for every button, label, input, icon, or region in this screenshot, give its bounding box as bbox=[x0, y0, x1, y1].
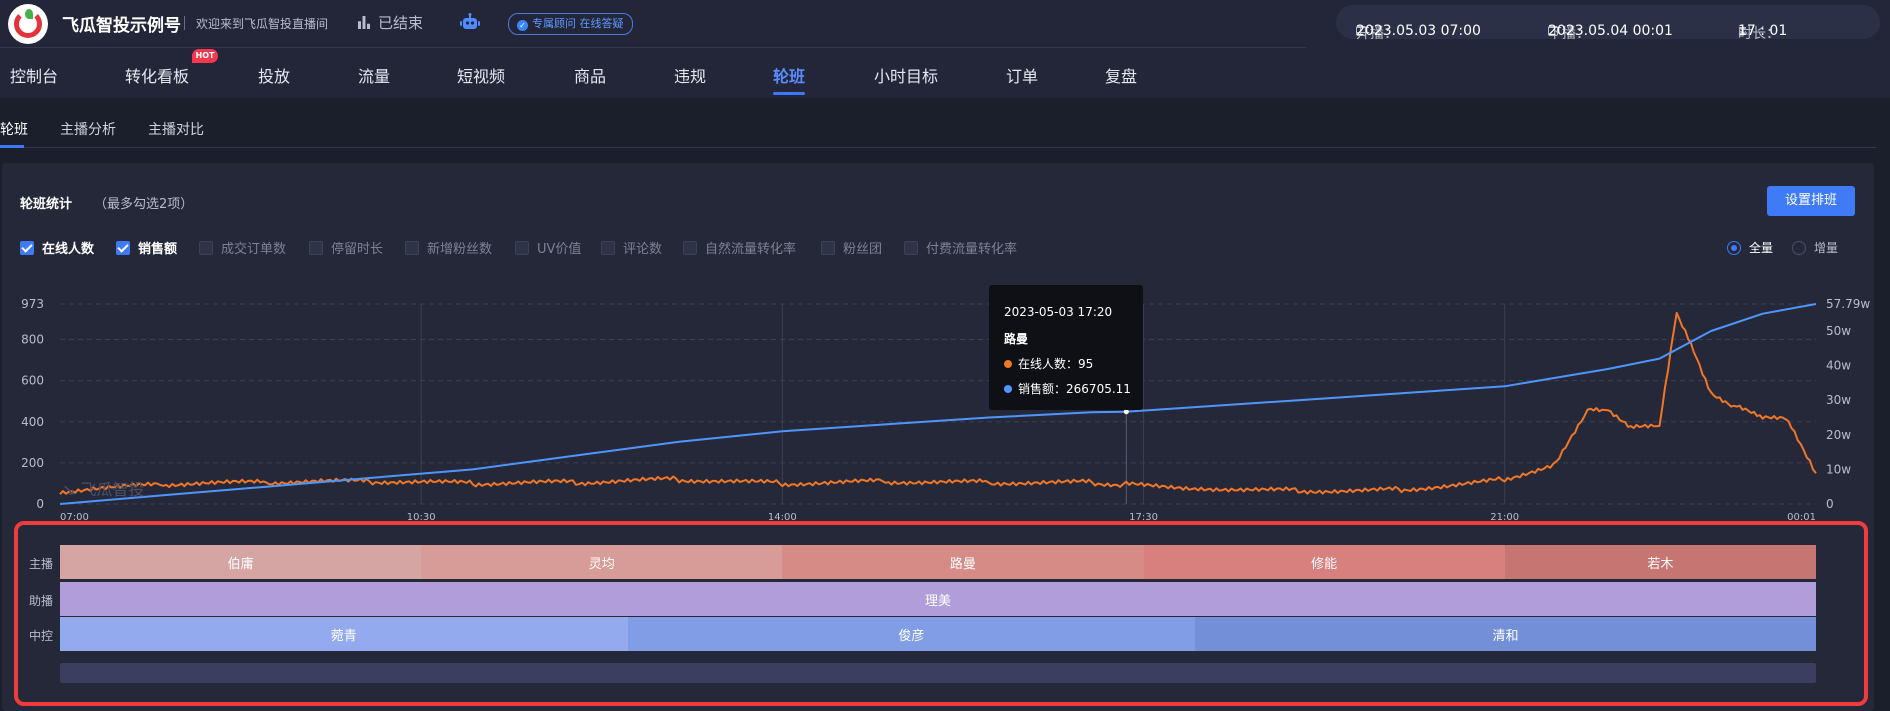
timeline-scrollbar[interactable] bbox=[60, 663, 1816, 683]
schedule-row-label: 助播 bbox=[29, 594, 54, 608]
watermark-logo-icon: ↘ bbox=[62, 480, 81, 499]
y-right-tick: 0 bbox=[1826, 497, 1834, 511]
schedule-row-label: 主播 bbox=[29, 557, 54, 571]
y-left-tick: 800 bbox=[21, 333, 44, 347]
y-left-tick: 600 bbox=[21, 374, 44, 388]
schedule-segment[interactable]: 清和 bbox=[1195, 617, 1816, 651]
schedule-segment[interactable]: 俊彦 bbox=[627, 617, 1196, 651]
y-right-tick: 20w bbox=[1826, 428, 1851, 442]
tooltip-online: 在线人数：95 bbox=[1004, 355, 1093, 372]
tooltip-sales: 销售额：266705.11 bbox=[1004, 380, 1131, 397]
watermark-text: 飞瓜智投 bbox=[80, 480, 145, 499]
schedule-segment[interactable]: 菀青 bbox=[60, 617, 628, 651]
schedule-segment[interactable]: 理美 bbox=[60, 582, 1816, 616]
y-right-tick: 40w bbox=[1826, 359, 1851, 373]
schedule-segment[interactable]: 修能 bbox=[1143, 545, 1505, 579]
series-line-online bbox=[59, 311, 1817, 495]
schedule-row-label: 中控 bbox=[29, 629, 54, 643]
chart-tooltip: 2023-05-03 17:20 路曼 在线人数：95 销售额：266705.1… bbox=[989, 285, 1143, 410]
legend-dot-sales bbox=[1004, 385, 1012, 393]
legend-dot-online bbox=[1004, 360, 1012, 368]
watermark: ↘ 飞瓜智投 bbox=[62, 476, 145, 500]
series-line-sales bbox=[59, 303, 1817, 505]
tooltip-online-value: 95 bbox=[1078, 357, 1094, 371]
schedule-segment[interactable]: 伯庸 bbox=[60, 545, 422, 579]
schedule-segment[interactable]: 灵均 bbox=[421, 545, 783, 579]
tooltip-online-label: 在线人数 bbox=[1018, 357, 1067, 371]
tooltip-sales-label: 销售额 bbox=[1018, 382, 1055, 396]
y-right-tick: 50w bbox=[1826, 324, 1851, 338]
y-right-tick: 10w bbox=[1826, 462, 1851, 476]
y-left-tick: 400 bbox=[21, 415, 44, 429]
tooltip-time: 2023-05-03 17:20 bbox=[1004, 305, 1113, 319]
y-left-tick: 0 bbox=[36, 497, 44, 511]
schedule-segment[interactable]: 若木 bbox=[1504, 545, 1816, 579]
y-right-tick: 30w bbox=[1826, 393, 1851, 407]
tooltip-sales-value: 266705.11 bbox=[1066, 382, 1131, 396]
schedule-segment[interactable]: 路曼 bbox=[782, 545, 1144, 579]
y-left-tick: 973 bbox=[21, 297, 44, 311]
tooltip-anchor: 路曼 bbox=[1004, 332, 1029, 346]
y-right-tick: 57.79w bbox=[1826, 297, 1870, 311]
y-left-tick: 200 bbox=[21, 456, 44, 470]
